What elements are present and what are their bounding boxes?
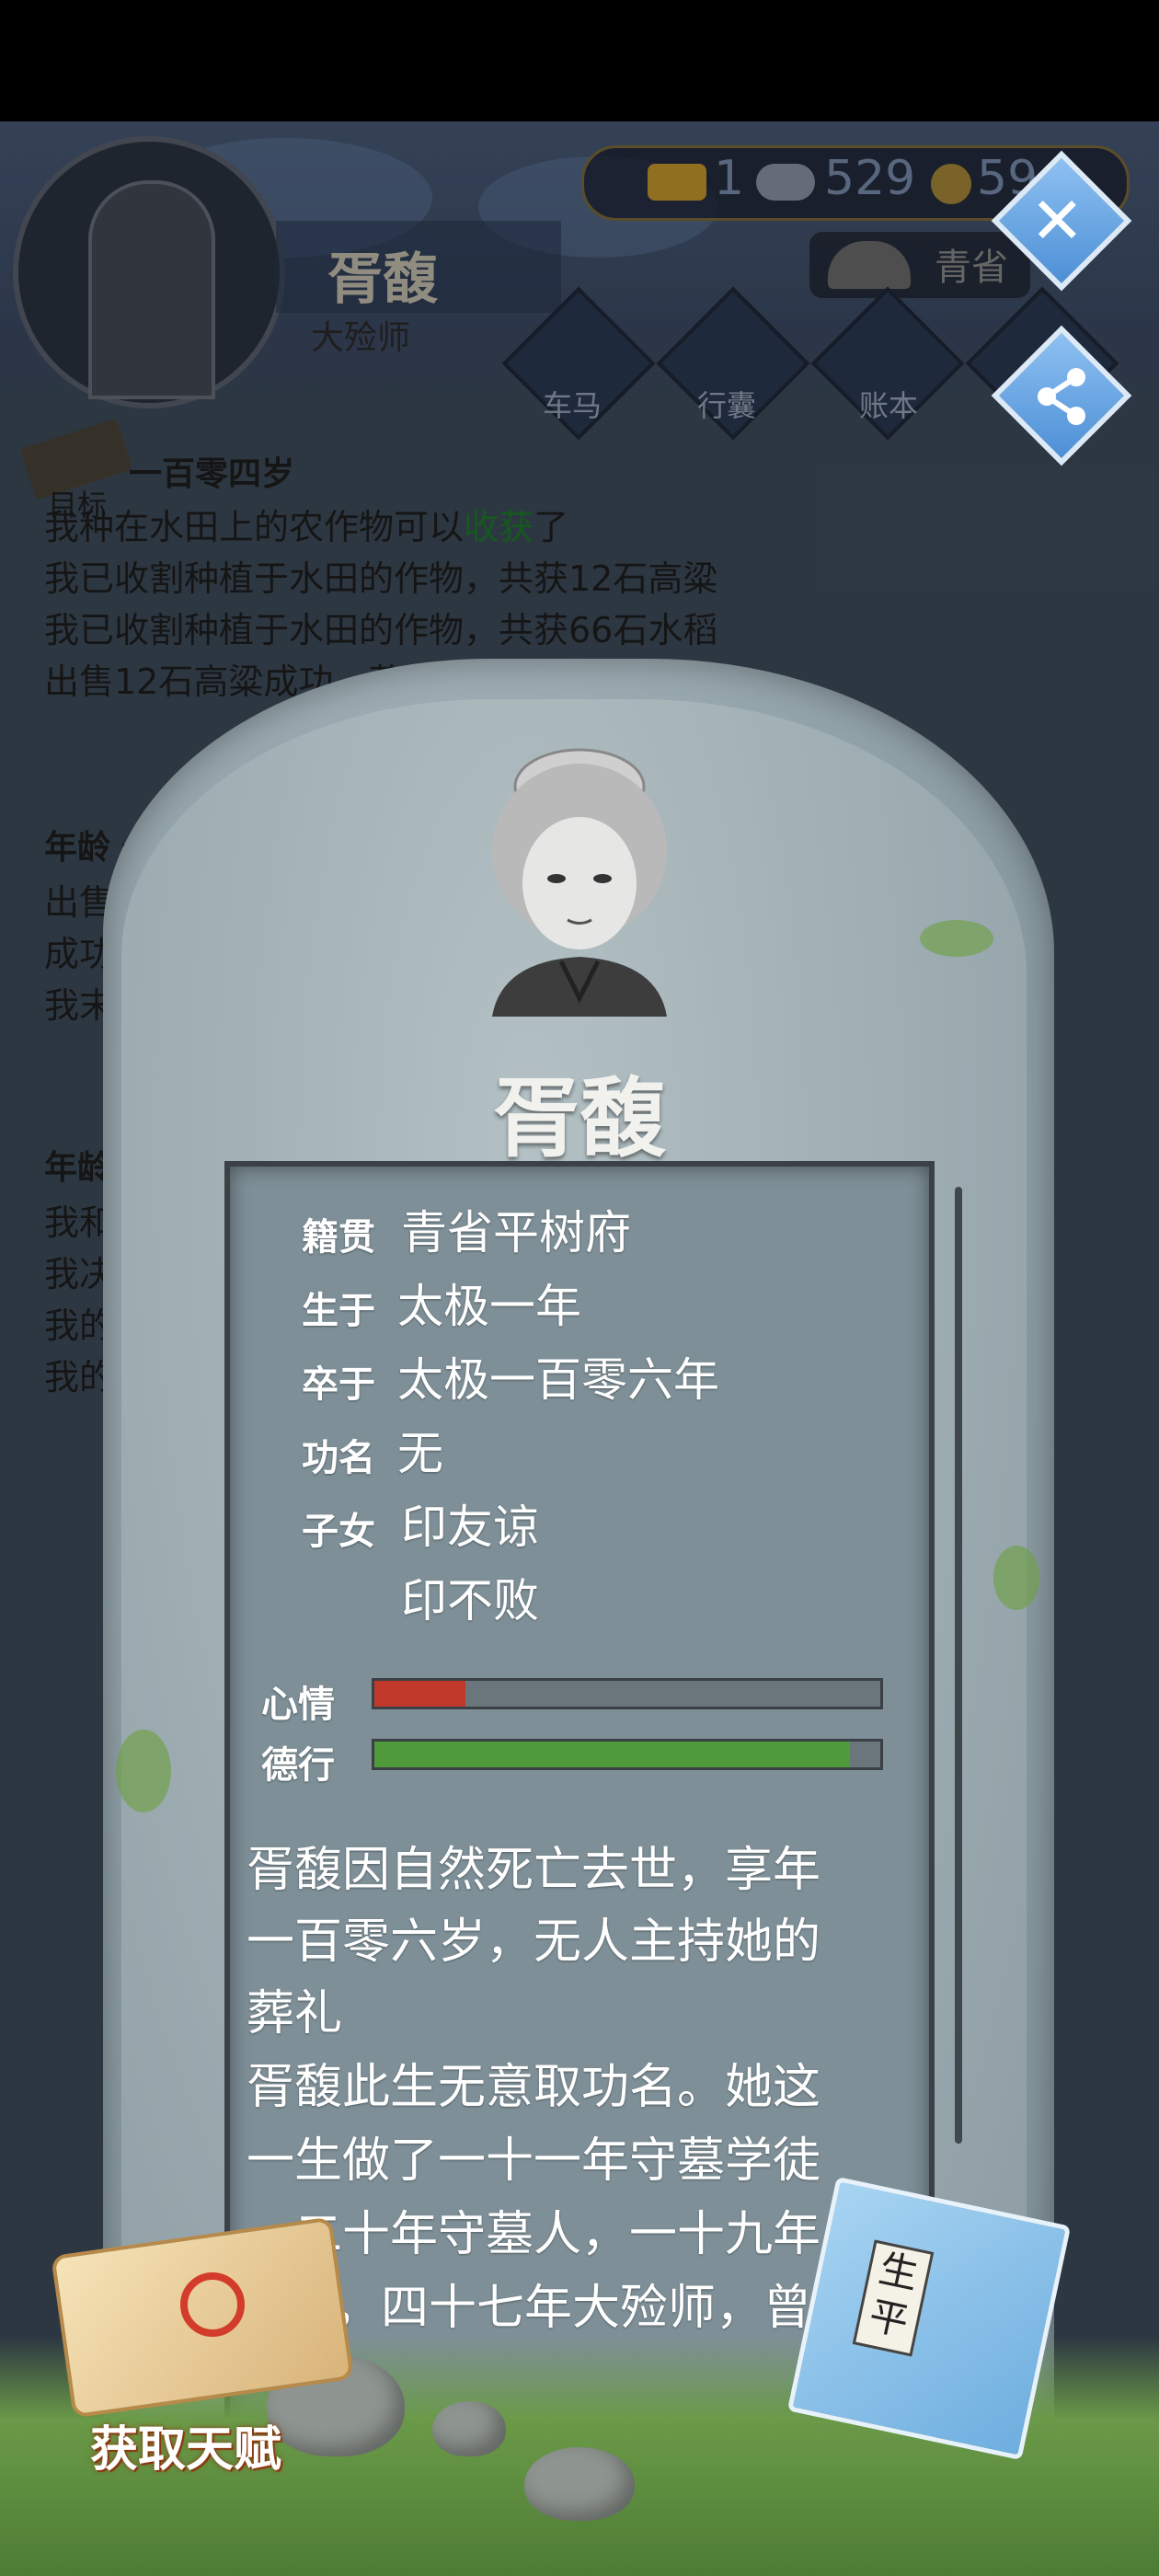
field-label-died: 卒于 — [302, 1363, 375, 1406]
field-value-born: 太极一年 — [397, 1280, 581, 1333]
field-value-hometown: 青省平树府 — [401, 1206, 631, 1259]
field-value-child: 印不败 — [401, 1574, 539, 1627]
field-value-rank: 无 — [397, 1427, 443, 1480]
bio-line: 葬礼 — [247, 1986, 343, 2041]
field-label-born: 生于 — [302, 1290, 375, 1332]
deceased-name: 胥馥 — [492, 1069, 666, 1169]
bio-line: 师，四十七年大殓师，曾 — [285, 2281, 812, 2336]
bio-line: 胥馥因自然死亡去世，享年 — [247, 1843, 821, 1898]
moss-decoration — [993, 1546, 1039, 1610]
close-icon: ✕ — [1030, 183, 1084, 259]
field-value-died: 太极一百零六年 — [397, 1353, 719, 1407]
moss-decoration — [116, 1730, 171, 1812]
virtue-bar — [372, 1739, 883, 1770]
field-label-children: 子女 — [302, 1511, 375, 1553]
mood-bar-label: 心情 — [261, 1684, 335, 1726]
field-label-rank: 功名 — [302, 1437, 375, 1479]
panel-scrollbar[interactable] — [955, 1187, 962, 2144]
virtue-bar-fill — [374, 1742, 850, 1767]
bio-line: 一生做了一十一年守墓学徒 — [247, 2133, 821, 2189]
rock-decoration — [524, 2447, 635, 2521]
mood-bar — [372, 1678, 883, 1709]
bio-line: 一百零六岁，无人主持她的 — [247, 1915, 821, 1970]
ribbon-icon — [180, 2272, 245, 2337]
moss-decoration — [920, 920, 993, 957]
field-label-hometown: 籍贯 — [302, 1216, 375, 1259]
biography-book-button[interactable] — [786, 2176, 1072, 2461]
field-value-child: 印友谅 — [401, 1501, 539, 1554]
rock-decoration — [432, 2401, 506, 2456]
deceased-portrait — [492, 748, 667, 1017]
bio-line: 胥馥此生无意取功名。她这 — [247, 2060, 821, 2115]
mood-bar-fill — [374, 1681, 465, 1707]
share-icon — [1038, 368, 1085, 425]
virtue-bar-label: 德行 — [261, 1744, 335, 1787]
talent-button-label[interactable]: 获取天赋 — [90, 2410, 281, 2479]
